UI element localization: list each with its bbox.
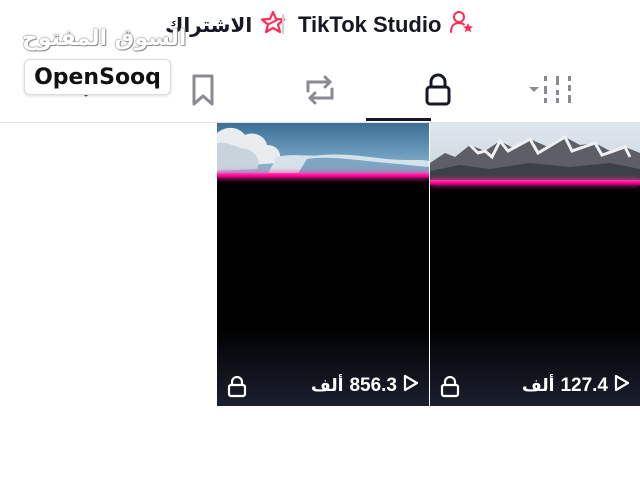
opensooq-logo: OpenSooq bbox=[24, 59, 171, 95]
video-tile[interactable]: ألف 127.4 bbox=[430, 123, 640, 406]
view-unit: ألف bbox=[521, 376, 555, 396]
video-info: ألف 856.3 bbox=[217, 374, 429, 400]
tab-saved[interactable] bbox=[179, 72, 227, 112]
view-unit: ألف bbox=[310, 376, 344, 396]
video-thumbnail bbox=[430, 123, 640, 183]
tab-filter[interactable] bbox=[526, 72, 578, 112]
header-divider bbox=[282, 14, 284, 34]
view-number: 856.3 bbox=[349, 375, 397, 396]
private-lock-icon bbox=[227, 375, 247, 403]
top-header: الاشتراك TikTok Studio السوق المفتوح bbox=[0, 0, 640, 51]
private-lock-icon bbox=[440, 375, 460, 403]
video-info: ألف 127.4 bbox=[430, 374, 640, 400]
play-icon bbox=[614, 374, 630, 398]
bookmark-icon bbox=[188, 73, 218, 112]
video-thumbnail bbox=[217, 123, 429, 175]
play-icon bbox=[403, 374, 419, 398]
video-accent-line bbox=[430, 180, 640, 185]
view-count: ألف 856.3 bbox=[311, 374, 419, 398]
selected-tab-indicator bbox=[366, 118, 431, 121]
filter-menu-icon bbox=[527, 73, 577, 112]
tab-reposts[interactable] bbox=[296, 72, 344, 112]
repost-icon bbox=[302, 73, 338, 112]
view-count: ألف 127.4 bbox=[522, 374, 630, 398]
studio-label: TikTok Studio bbox=[298, 12, 442, 37]
opensooq-watermark: السوق المفتوح bbox=[22, 26, 187, 51]
tab-private[interactable] bbox=[414, 72, 462, 112]
video-grid: ألف 856.3 ألف 127.4 bbox=[217, 123, 640, 406]
video-tile[interactable]: ألف 856.3 bbox=[217, 123, 429, 406]
view-number: 127.4 bbox=[560, 375, 608, 396]
creator-star-icon bbox=[449, 9, 475, 41]
lock-icon bbox=[423, 72, 453, 113]
video-accent-line bbox=[217, 173, 429, 178]
tiktok-studio-button[interactable]: TikTok Studio bbox=[298, 9, 475, 41]
